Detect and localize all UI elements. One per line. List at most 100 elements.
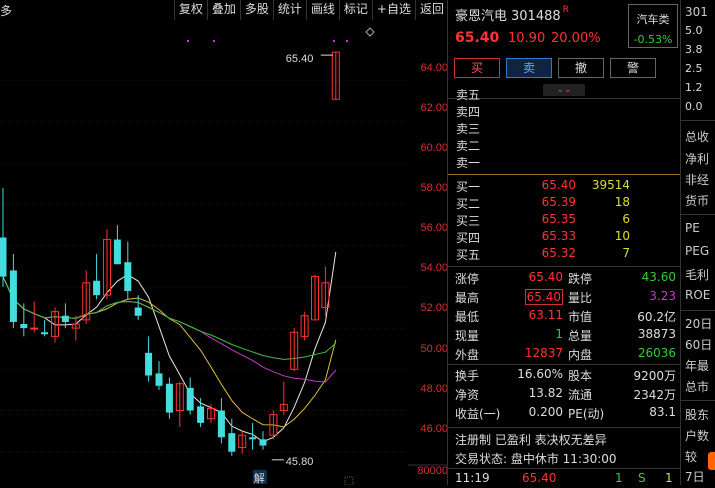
candle-body [20, 324, 28, 329]
orderbook-sell-row[interactable]: 卖四 [456, 103, 676, 120]
orderbook-sell-row[interactable]: 卖五 [456, 86, 676, 103]
draw-line-button[interactable]: 画线 [305, 0, 339, 20]
quote-stat-cell: 跌停 43.60 [568, 270, 676, 289]
finance-stat-cell: 换手 16.60% [455, 367, 563, 386]
divider [448, 468, 680, 469]
side-label[interactable]: 非经 [685, 171, 709, 188]
statistics-button[interactable]: 统计 [272, 0, 306, 20]
orderbook-label: 卖三 [456, 122, 481, 136]
y-tick: 56.00 [420, 222, 448, 234]
divider [448, 364, 680, 365]
quote-stat-cell: 总量 38873 [568, 327, 676, 346]
y-tick: 52.00 [420, 302, 448, 314]
orderbook-volume: 6 [622, 212, 630, 226]
tick-count: 1 [665, 471, 673, 485]
orderbook-price: 65.40 [541, 178, 576, 192]
finance-stat-value: 2342万 [633, 388, 676, 402]
kline-chart[interactable]: 65.40 45.80 解 64.00 62.00 60.00 58.00 56.0… [0, 20, 448, 486]
quote-stat-value: 60.2亿 [637, 310, 676, 324]
side-label[interactable]: 户数 [685, 427, 709, 444]
quote-stat-label: 最高 [455, 291, 480, 305]
quote-stat-label: 量比 [568, 291, 593, 305]
side-label[interactable]: 60日 [685, 336, 712, 353]
side-label[interactable]: ROE [685, 288, 710, 302]
ma60-line [2, 276, 337, 360]
quote-stat-cell: 涨停 65.40 [455, 270, 563, 289]
event-dot [213, 40, 215, 42]
orderbook-label: 买一 [456, 180, 481, 194]
quote-stat-label: 外盘 [455, 348, 480, 362]
quote-panel: 豪恩汽电 301488 R 65.40 10.90 20.00% 汽车类 -0.53… [448, 0, 680, 485]
side-label[interactable]: PEG [685, 244, 709, 258]
side-label[interactable]: 股东 [685, 406, 709, 423]
orderbook-label: 买二 [456, 197, 481, 211]
side-label[interactable]: 20日 [685, 315, 712, 332]
side-label[interactable]: 年最 [685, 357, 709, 374]
sell-button[interactable]: 卖 [506, 58, 552, 78]
orderbook-label: 卖四 [456, 105, 481, 119]
orderbook-label: 卖一 [456, 156, 481, 170]
orderbook-sell-row[interactable]: 卖一 [456, 154, 676, 171]
chart-toolbar: 多 复权 叠加 多股 统计 画线 标记 +自选 返回 [0, 0, 448, 20]
side-code: 301 [685, 5, 708, 19]
orderbook-buy-row[interactable]: 买一 65.40 39514 [456, 178, 676, 195]
price-change-pct: 20.00% [551, 31, 601, 46]
side-label[interactable]: 较 [685, 448, 697, 465]
orderbook-label: 买五 [456, 248, 481, 262]
quote-stat-cell: 现量 1 [455, 327, 563, 346]
kline-svg: 65.40 45.80 解 [0, 27, 448, 486]
side-label[interactable]: 7日 [685, 468, 705, 485]
side-label[interactable]: 总收 [685, 128, 709, 145]
y-tick: 60.00 [420, 142, 448, 154]
y-tick: 62.00 [420, 102, 448, 114]
quote-stat-label: 市值 [568, 310, 593, 324]
candle-body [93, 280, 101, 296]
orderbook-label: 买三 [456, 214, 481, 228]
side-label[interactable]: 净利 [685, 150, 709, 167]
orderbook-buy-row[interactable]: 买二 65.39 18 [456, 195, 676, 212]
divider [681, 120, 715, 121]
toolbar-period-label[interactable]: 多 [0, 2, 12, 19]
mark-button[interactable]: 标记 [338, 0, 372, 20]
tick-time: 11:19 [455, 471, 490, 485]
quote-stat-label: 涨停 [455, 272, 480, 286]
finance-stat-cell: PE(动) 83.1 [568, 405, 676, 424]
divider [681, 214, 715, 215]
orderbook-sell-row[interactable]: 卖三 [456, 120, 676, 137]
side-label[interactable]: 毛利 [685, 266, 709, 283]
multi-stock-button[interactable]: 多股 [239, 0, 273, 20]
back-button[interactable]: 返回 [414, 0, 448, 20]
sector-box[interactable]: 汽车类 -0.53% [628, 4, 678, 48]
orderbook-volume: 10 [614, 229, 630, 243]
divider [448, 266, 680, 267]
finance-stat-label: 收益(一) [455, 407, 501, 421]
orderbook-buy-row[interactable]: 买四 65.33 10 [456, 229, 676, 246]
adjust-button[interactable]: 复权 [173, 0, 207, 20]
trade-status: 交易状态: 盘中休市 11:30:00 [455, 452, 617, 466]
overlay-button[interactable]: 叠加 [206, 0, 240, 20]
candle-body [124, 262, 132, 292]
side-label[interactable]: 货币 [685, 192, 709, 209]
quote-stat-value: 63.11 [528, 308, 563, 322]
quote-stat-cell: 外盘 12837 [455, 346, 563, 365]
y-tick: 54.00 [420, 262, 448, 274]
alert-button[interactable]: 警 [610, 58, 656, 78]
side-label[interactable]: PE [685, 221, 700, 235]
finance-stat-label: 净资 [455, 388, 480, 402]
side-label[interactable]: 总市 [685, 378, 709, 395]
quote-stat-label: 内盘 [568, 348, 593, 362]
buy-button[interactable]: 买 [454, 58, 500, 78]
orderbook-sell-row[interactable]: 卖二 [456, 137, 676, 154]
quote-stat-value: 12837 [524, 346, 563, 360]
tick-row[interactable]: 11:19 65.40 1 S 1 [455, 471, 677, 485]
orderbook-buy-row[interactable]: 买三 65.35 6 [456, 212, 676, 229]
orderbook-volume: 18 [614, 195, 630, 209]
orderbook-buy-row[interactable]: 买五 65.32 7 [456, 246, 676, 263]
side-value: 5.0 [685, 24, 703, 37]
candle-body [186, 387, 194, 411]
orderbook-label: 买四 [456, 231, 481, 245]
finance-stat-cell: 流通 2342万 [568, 386, 676, 405]
app-logo-icon[interactable] [708, 452, 715, 470]
cancel-order-button[interactable]: 撤 [558, 58, 604, 78]
add-watchlist-button[interactable]: +自选 [371, 0, 415, 20]
